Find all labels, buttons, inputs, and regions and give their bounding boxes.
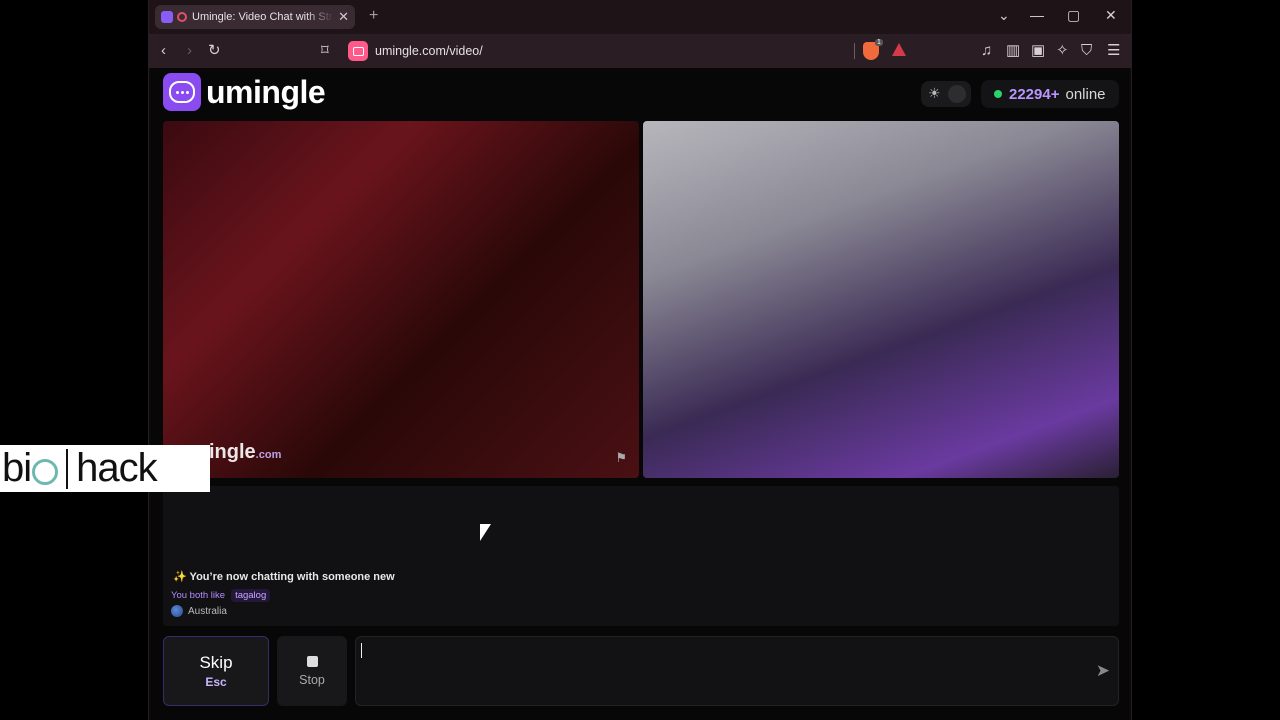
self-video (643, 121, 1119, 478)
camera-icon (348, 41, 368, 61)
chat-log: ✨ You’re now chatting with someone new Y… (163, 486, 1119, 626)
interest-tag: tagalog (231, 589, 271, 602)
reload-icon[interactable]: ↻ (208, 42, 221, 60)
stop-icon (306, 655, 318, 667)
bat-icon[interactable] (892, 43, 906, 56)
close-tab-icon[interactable]: ✕ (338, 9, 349, 25)
leo-icon[interactable]: ✧ (1056, 42, 1069, 60)
online-counter: 22294+ online (981, 80, 1119, 108)
message-input[interactable] (360, 640, 1064, 668)
mouse-cursor-icon (480, 524, 491, 541)
address-bar[interactable]: umingle.com/video/ (375, 44, 483, 58)
brand-o-icon (32, 458, 59, 485)
tab-search-chevron-icon[interactable]: ⌄ (998, 7, 1010, 24)
skip-shortcut: Esc (205, 675, 227, 689)
theme-toggle[interactable]: ☀ (921, 81, 971, 107)
back-icon[interactable]: ‹ (161, 42, 166, 60)
toolbar-divider (854, 43, 855, 59)
common-interests-label: You both like (171, 590, 226, 601)
skip-button[interactable]: Skip Esc (163, 636, 269, 706)
message-box[interactable]: ➤ (355, 636, 1119, 706)
common-interests: You both like tagalog (171, 589, 271, 602)
recording-indicator-icon (177, 12, 187, 22)
brand-right: hack (76, 446, 157, 490)
stranger-country: Australia (171, 605, 227, 617)
menu-icon[interactable]: ☰ (1107, 42, 1120, 60)
maximize-icon[interactable]: ▢ (1067, 7, 1080, 24)
bookmark-icon[interactable]: ⌑ (321, 42, 329, 60)
wallet-icon[interactable]: ▣ (1031, 42, 1045, 60)
country-name: Australia (188, 605, 227, 617)
watermark-suffix: .com (255, 449, 282, 461)
browser-toolbar: ‹ › ↻ ⌑ umingle.com/video/ 1 ♫ ▥ ▣ ✧ ⛉ ☰ (149, 34, 1131, 68)
online-label: online (1065, 85, 1106, 103)
sidebar-icon[interactable]: ▥ (1006, 42, 1020, 60)
new-tab-icon[interactable]: + (369, 7, 378, 25)
flag-icon[interactable]: ⚑ (615, 450, 627, 466)
globe-icon (171, 605, 183, 617)
stranger-video: umingle.com ⚑ (163, 121, 639, 478)
brand-divider (66, 448, 69, 489)
online-dot-icon (994, 90, 1002, 98)
skip-label: Skip (199, 653, 233, 672)
umingle-logo-icon[interactable] (163, 73, 201, 111)
theme-toggle-knob (948, 85, 966, 103)
umingle-favicon-icon (161, 11, 173, 23)
send-icon[interactable]: ➤ (1096, 661, 1110, 681)
logo-text[interactable]: umingle (206, 74, 326, 111)
music-icon[interactable]: ♫ (981, 42, 992, 60)
stop-label: Stop (299, 672, 325, 687)
forward-icon[interactable]: › (187, 42, 192, 60)
stop-button[interactable]: Stop (277, 636, 347, 706)
biohack-logo-overlay: bi hack (0, 445, 210, 492)
tab-title: Umingle: Video Chat with Strangers (192, 11, 334, 23)
browser-window: Umingle: Video Chat with Strangers ✕ + ⌄… (148, 0, 1132, 720)
brave-shield-count: 1 (875, 39, 883, 46)
umingle-page: umingle ☀ 22294+ online umingle.com ⚑ ✨ … (151, 68, 1129, 720)
close-window-icon[interactable]: ✕ (1105, 7, 1117, 24)
brand-left: bi (2, 446, 32, 490)
sun-icon: ☀ (928, 85, 941, 101)
minimize-icon[interactable]: — (1030, 7, 1044, 23)
tab-strip: Umingle: Video Chat with Strangers ✕ + ⌄… (149, 0, 1131, 34)
online-count: 22294+ (1009, 85, 1060, 103)
text-caret (361, 643, 362, 658)
browser-tab[interactable]: Umingle: Video Chat with Strangers ✕ (155, 5, 355, 29)
system-message: ✨ You’re now chatting with someone new (173, 571, 395, 583)
vpn-icon[interactable]: ⛉ (1081, 42, 1092, 60)
